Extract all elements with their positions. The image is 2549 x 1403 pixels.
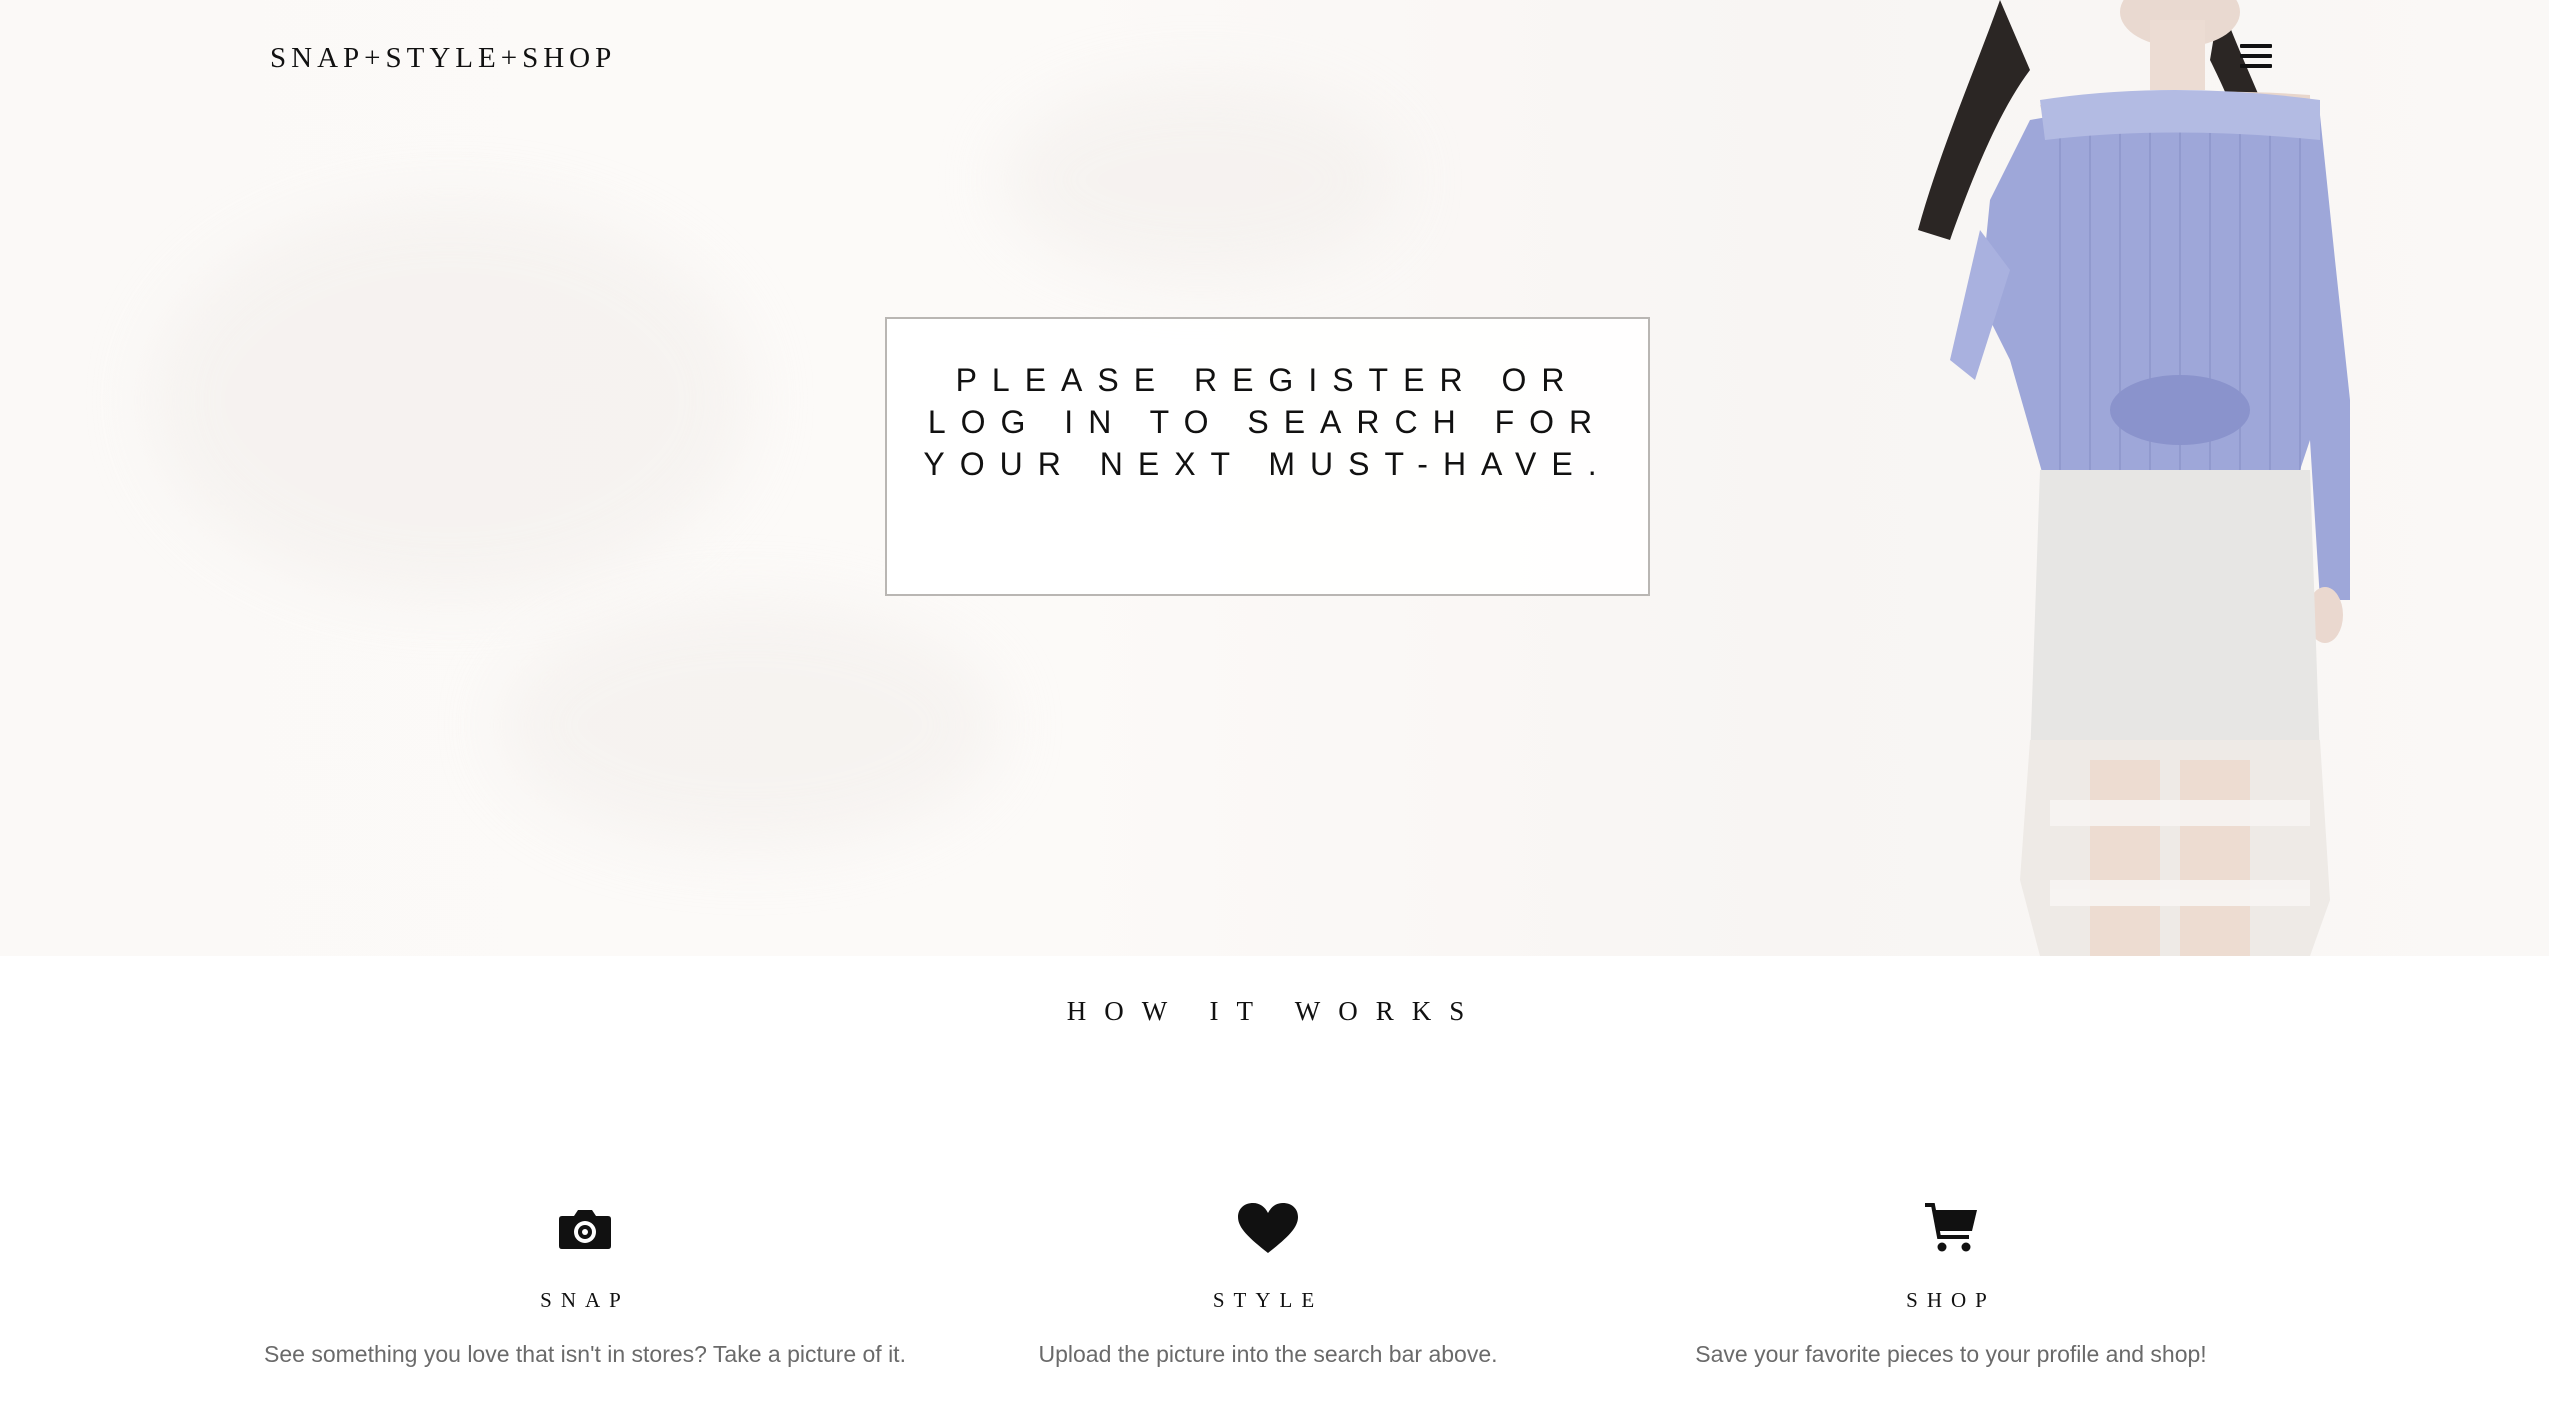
site-logo[interactable]: SNAP+STYLE+SHOP bbox=[270, 42, 616, 75]
hero-section: SNAP+STYLE+SHOP PLEASE REGISTER OR LOG I… bbox=[0, 0, 2549, 956]
how-it-works-title: HOW IT WORKS bbox=[1066, 996, 1483, 1026]
step-snap: SNAP See something you love that isn't i… bbox=[235, 1200, 935, 1368]
step-shop-title: SHOP bbox=[1906, 1288, 1996, 1312]
step-style-description: Upload the picture into the search bar a… bbox=[1038, 1341, 1498, 1367]
step-snap-description: See something you love that isn't in sto… bbox=[264, 1341, 906, 1367]
model-photo bbox=[1918, 0, 2350, 956]
heart-icon bbox=[918, 1200, 1618, 1256]
login-prompt-box[interactable]: PLEASE REGISTER OR LOG IN TO SEARCH FOR … bbox=[885, 317, 1650, 596]
cart-icon bbox=[1601, 1200, 2301, 1256]
step-shop-description: Save your favorite pieces to your profil… bbox=[1695, 1341, 2207, 1367]
step-style-title: STYLE bbox=[1212, 1288, 1324, 1312]
step-shop: SHOP Save your favorite pieces to your p… bbox=[1601, 1200, 2301, 1368]
step-snap-title: SNAP bbox=[540, 1288, 630, 1312]
login-prompt-text: PLEASE REGISTER OR LOG IN TO SEARCH FOR … bbox=[923, 362, 1612, 482]
hamburger-menu-icon[interactable] bbox=[2240, 44, 2272, 72]
camera-icon bbox=[235, 1200, 935, 1256]
step-style: STYLE Upload the picture into the search… bbox=[918, 1200, 1618, 1368]
